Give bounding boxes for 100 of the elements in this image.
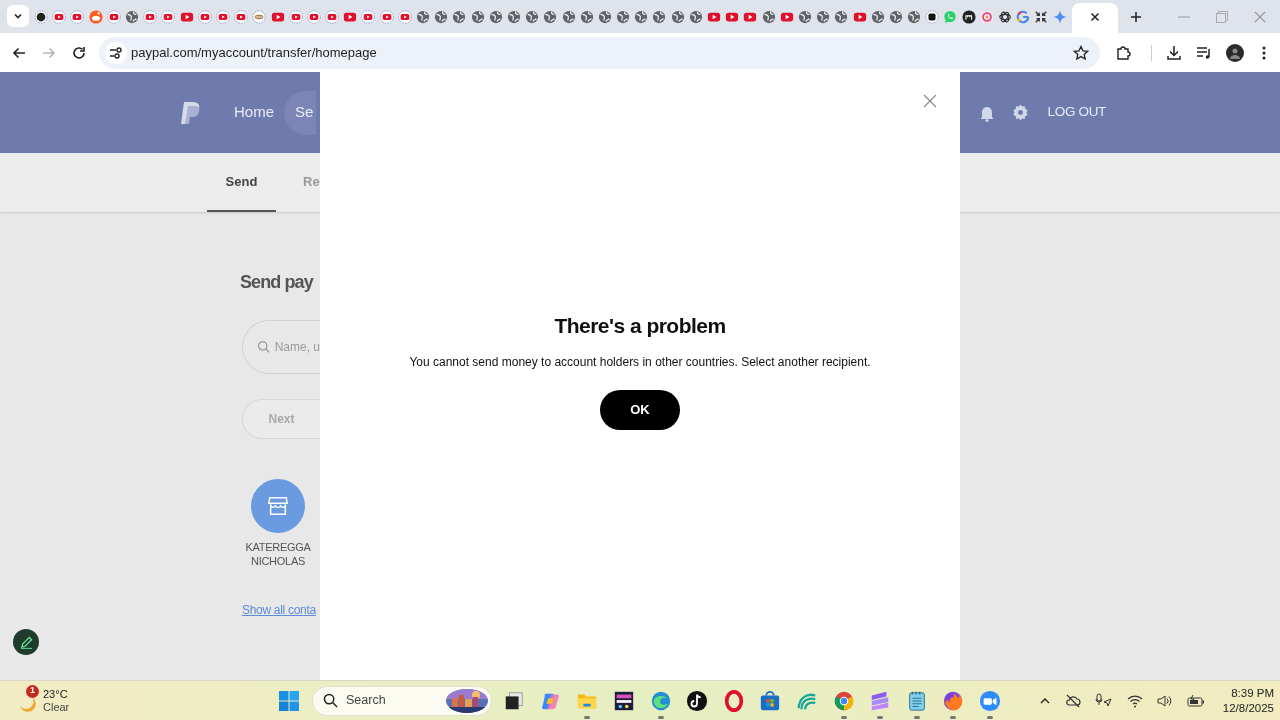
weather-condition: Clear bbox=[43, 700, 70, 714]
more-icon bbox=[1262, 44, 1266, 61]
menu-button[interactable] bbox=[1262, 44, 1266, 61]
start-button[interactable] bbox=[279, 689, 301, 712]
media-button[interactable] bbox=[1196, 44, 1212, 61]
close-icon bbox=[1254, 10, 1266, 23]
notification-badge: 1 bbox=[26, 684, 39, 698]
play-icon bbox=[343, 10, 358, 24]
address-bar[interactable]: paypal.com/myaccount/transfer/homepage bbox=[99, 36, 1100, 69]
play-icon bbox=[288, 10, 303, 24]
dark-circle-icon bbox=[34, 10, 49, 24]
close-icon bbox=[1089, 12, 1100, 22]
windows-icon bbox=[279, 690, 299, 711]
star-icon bbox=[1073, 44, 1089, 61]
ring-icon bbox=[979, 10, 994, 24]
oval-icon bbox=[252, 10, 267, 24]
download-icon bbox=[1166, 44, 1182, 61]
play-icon bbox=[52, 10, 67, 24]
dialog-close-button[interactable] bbox=[923, 94, 937, 108]
settings-button[interactable] bbox=[1011, 104, 1029, 121]
globe-icon bbox=[597, 10, 612, 24]
globe-icon bbox=[452, 10, 467, 24]
url-text: paypal.com/myaccount/transfer/homepage bbox=[131, 43, 377, 62]
play-icon bbox=[725, 10, 740, 24]
globe-icon bbox=[434, 10, 449, 24]
wave-logo-icon bbox=[649, 689, 672, 712]
temperature-text: 23°C bbox=[43, 687, 69, 701]
play-icon bbox=[361, 10, 376, 24]
globe-icon bbox=[688, 10, 703, 24]
game-tile-icon bbox=[613, 689, 636, 712]
play-icon bbox=[234, 10, 249, 24]
g-icon bbox=[1016, 10, 1031, 24]
minimize-icon bbox=[1178, 15, 1190, 18]
show-all-link[interactable]: Show all conta bbox=[242, 601, 316, 619]
globe-icon bbox=[907, 10, 922, 24]
page-heading: Send pay bbox=[240, 271, 313, 294]
globe-icon bbox=[834, 10, 849, 24]
globe-icon bbox=[506, 10, 521, 24]
settings-icon bbox=[1011, 104, 1029, 121]
play-icon bbox=[270, 10, 285, 24]
globe-icon bbox=[870, 10, 885, 24]
nav-link[interactable]: Home bbox=[234, 101, 274, 124]
nav-link[interactable]: Se bbox=[284, 90, 317, 135]
contact-avatar[interactable] bbox=[251, 479, 305, 533]
globe-icon bbox=[561, 10, 576, 24]
microphone-location-icon bbox=[1094, 692, 1113, 709]
mascot-icon bbox=[88, 10, 103, 24]
ok-button[interactable]: OK bbox=[600, 389, 680, 430]
dialog-message: You cannot send money to account holders in other countries. Select another recipient. bbox=[409, 353, 871, 371]
play-icon bbox=[325, 10, 340, 24]
globe-icon bbox=[616, 10, 631, 24]
sub-tab[interactable]: Re bbox=[303, 172, 320, 212]
edit-button[interactable] bbox=[13, 629, 39, 655]
globe-icon bbox=[416, 10, 431, 24]
play-icon bbox=[215, 10, 230, 24]
play-icon bbox=[397, 10, 412, 24]
running-indicator bbox=[913, 715, 920, 719]
play-icon bbox=[852, 10, 867, 24]
volume-icon bbox=[1156, 693, 1173, 708]
taskbar-search[interactable]: Search bbox=[312, 685, 492, 716]
clock-date: 12/8/2025 bbox=[1222, 700, 1274, 716]
sub-tab[interactable]: Send bbox=[207, 172, 276, 212]
bag-icon bbox=[759, 689, 782, 712]
reload-icon bbox=[71, 44, 87, 61]
running-indicator bbox=[840, 715, 847, 719]
globe-icon bbox=[670, 10, 685, 24]
globe-icon bbox=[888, 10, 903, 24]
video-camera-icon bbox=[979, 689, 1001, 712]
cloud-off-icon bbox=[1064, 692, 1081, 709]
extensions-button[interactable] bbox=[1115, 44, 1131, 61]
globe-icon bbox=[543, 10, 558, 24]
downloads-button[interactable] bbox=[1166, 44, 1182, 61]
play-icon bbox=[143, 10, 158, 24]
running-indicator bbox=[584, 715, 591, 719]
logout-link[interactable]: LOG OUT bbox=[1047, 102, 1106, 123]
ring-logo-icon bbox=[722, 689, 745, 712]
restore-icon bbox=[1216, 10, 1228, 23]
reload-button[interactable] bbox=[71, 44, 87, 61]
weather-widget[interactable]: 1 23°C Clear bbox=[16, 683, 76, 718]
site-settings-icon bbox=[109, 45, 123, 60]
play-icon bbox=[106, 10, 121, 24]
store-icon bbox=[267, 495, 289, 517]
globe-icon bbox=[125, 10, 140, 24]
profile-button[interactable] bbox=[1226, 43, 1244, 62]
tab-search-button[interactable] bbox=[7, 5, 29, 27]
play-icon bbox=[743, 10, 758, 24]
play-icon bbox=[197, 10, 212, 24]
play-icon bbox=[179, 10, 194, 24]
globe-icon bbox=[488, 10, 503, 24]
globe-icon bbox=[470, 10, 485, 24]
collapse-arrows-icon bbox=[1034, 10, 1049, 24]
search-icon bbox=[257, 338, 271, 356]
running-indicator bbox=[657, 715, 664, 719]
wifi-icon bbox=[1126, 693, 1143, 708]
globe-icon bbox=[579, 10, 594, 24]
play-icon bbox=[306, 10, 321, 24]
sparkle-icon bbox=[1052, 10, 1067, 24]
plus-icon bbox=[1129, 11, 1142, 23]
play-icon bbox=[707, 10, 722, 24]
logo-icon bbox=[180, 100, 202, 125]
